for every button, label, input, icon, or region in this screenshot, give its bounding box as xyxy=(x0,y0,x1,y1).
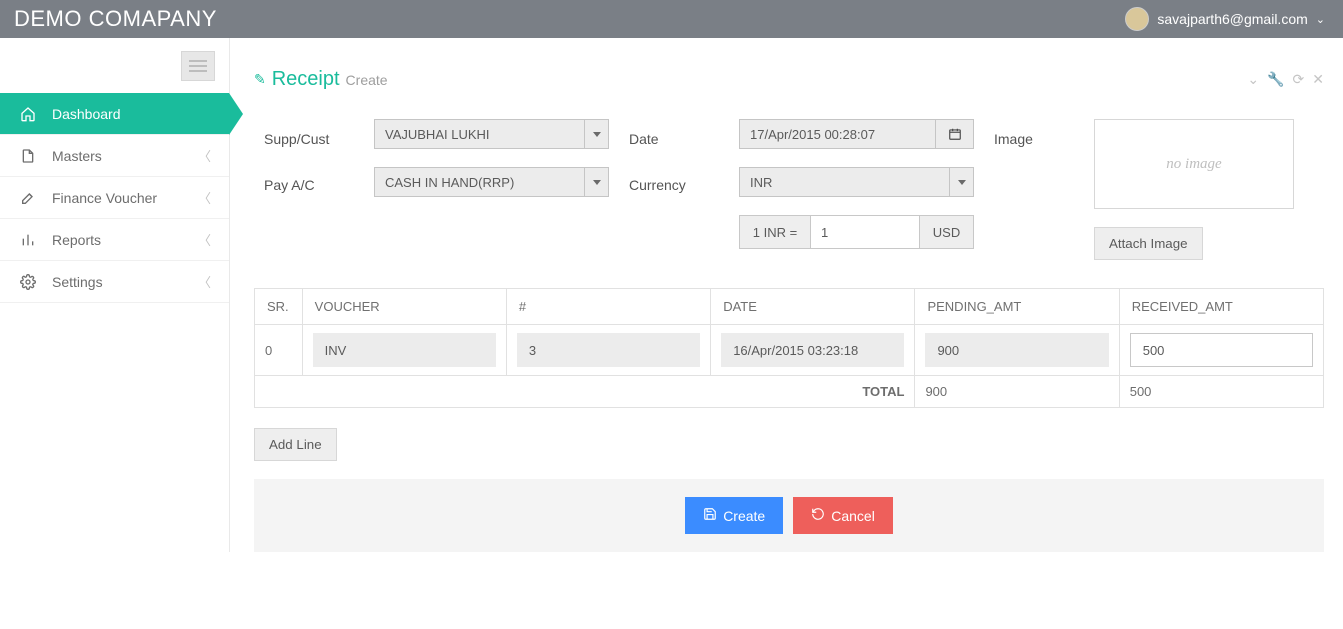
chevron-right-icon: 〈 xyxy=(198,188,211,207)
create-button-label: Create xyxy=(723,508,765,524)
no-image-placeholder: no image xyxy=(1094,119,1294,209)
chevron-down-icon xyxy=(584,120,608,148)
form: Supp/Cust Pay A/C VAJUBHAI LUKHI CASH IN… xyxy=(254,119,1324,260)
company-title: DEMO COMAPANY xyxy=(14,6,217,32)
panel-tools: ⌄ 🔧 ⟳ ✕ xyxy=(1247,71,1324,88)
sidebar-item-label: Settings xyxy=(52,274,103,290)
chevron-down-icon: ⌄ xyxy=(1316,13,1325,26)
currency-select[interactable]: INR xyxy=(739,167,974,197)
close-icon[interactable]: ✕ xyxy=(1312,71,1324,88)
chevron-right-icon: 〈 xyxy=(198,146,211,165)
chevron-right-icon: 〈 xyxy=(198,272,211,291)
attach-image-button[interactable]: Attach Image xyxy=(1094,227,1203,260)
table-total-row: TOTAL 900 500 xyxy=(255,376,1324,408)
cell-received-input[interactable] xyxy=(1130,333,1313,367)
sidebar-item-dashboard[interactable]: Dashboard xyxy=(0,93,229,135)
table-header-sr: SR. xyxy=(255,289,303,325)
table-header-hash: # xyxy=(506,289,710,325)
refresh-icon[interactable]: ⟳ xyxy=(1293,71,1305,88)
panel-header: ✎ Receipt Create ⌄ 🔧 ⟳ ✕ xyxy=(254,68,1324,91)
table-header-pending: PENDING_AMT xyxy=(915,289,1119,325)
cell-date: 16/Apr/2015 03:23:18 xyxy=(721,333,904,367)
chevron-down-icon xyxy=(949,168,973,196)
voucher-table: SR. VOUCHER # DATE PENDING_AMT RECEIVED_… xyxy=(254,288,1324,408)
supp-cust-select[interactable]: VAJUBHAI LUKHI xyxy=(374,119,609,149)
chevron-right-icon: 〈 xyxy=(198,230,211,249)
sidebar-item-settings[interactable]: Settings 〈 xyxy=(0,261,229,303)
rate-suffix: USD xyxy=(919,215,974,249)
sidebar-header xyxy=(0,38,229,93)
cancel-button-label: Cancel xyxy=(831,508,875,524)
rate-input[interactable] xyxy=(811,215,919,249)
save-icon xyxy=(703,507,717,524)
pencil-icon: ✎ xyxy=(254,71,266,88)
date-label: Date xyxy=(629,125,659,147)
date-input-group: 17/Apr/2015 00:28:07 xyxy=(739,119,974,149)
supp-cust-value: VAJUBHAI LUKHI xyxy=(385,127,490,142)
actions-bar: Create Cancel xyxy=(254,479,1324,552)
total-received: 500 xyxy=(1119,376,1323,408)
cell-pending: 900 xyxy=(925,333,1108,367)
cell-hash: 3 xyxy=(517,333,700,367)
gear-icon xyxy=(18,274,38,290)
calendar-icon[interactable] xyxy=(936,119,974,149)
sidebar-item-label: Reports xyxy=(52,232,101,248)
table-header-voucher: VOUCHER xyxy=(302,289,506,325)
rate-group: 1 INR = USD xyxy=(739,215,974,249)
top-bar: DEMO COMAPANY savajparth6@gmail.com ⌄ xyxy=(0,0,1343,38)
chevron-down-icon xyxy=(584,168,608,196)
sidebar-item-label: Finance Voucher xyxy=(52,190,157,206)
table-row: 0 INV 3 16/Apr/2015 03:23:18 900 xyxy=(255,325,1324,376)
main: ✎ Receipt Create ⌄ 🔧 ⟳ ✕ Supp/Cust Pay A… xyxy=(230,38,1343,552)
edit-icon xyxy=(18,190,38,206)
sidebar-item-reports[interactable]: Reports 〈 xyxy=(0,219,229,261)
sidebar-item-label: Dashboard xyxy=(52,106,121,122)
sidebar-item-label: Masters xyxy=(52,148,102,164)
supp-cust-label: Supp/Cust xyxy=(264,125,329,147)
user-menu[interactable]: savajparth6@gmail.com ⌄ xyxy=(1125,7,1325,31)
document-icon xyxy=(18,148,38,164)
total-pending: 900 xyxy=(915,376,1119,408)
page-subtitle: Create xyxy=(346,72,388,88)
home-icon xyxy=(18,106,38,122)
date-value[interactable]: 17/Apr/2015 00:28:07 xyxy=(739,119,936,149)
bar-chart-icon xyxy=(18,232,38,248)
user-email: savajparth6@gmail.com xyxy=(1157,11,1307,27)
table-header-received: RECEIVED_AMT xyxy=(1119,289,1323,325)
wrench-icon[interactable]: 🔧 xyxy=(1267,71,1284,88)
total-label: TOTAL xyxy=(255,376,915,408)
panel: ✎ Receipt Create ⌄ 🔧 ⟳ ✕ Supp/Cust Pay A… xyxy=(254,68,1324,552)
sidebar-item-masters[interactable]: Masters 〈 xyxy=(0,135,229,177)
pay-ac-select[interactable]: CASH IN HAND(RRP) xyxy=(374,167,609,197)
hamburger-button[interactable] xyxy=(181,51,215,81)
add-line-button[interactable]: Add Line xyxy=(254,428,337,461)
currency-value: INR xyxy=(750,175,772,190)
cell-sr: 0 xyxy=(255,325,303,376)
image-label: Image xyxy=(994,125,1033,147)
undo-icon xyxy=(811,507,825,524)
sidebar: Dashboard Masters 〈 Finance Voucher 〈 Re… xyxy=(0,38,230,552)
collapse-icon[interactable]: ⌄ xyxy=(1247,71,1259,88)
table-header-date: DATE xyxy=(711,289,915,325)
avatar xyxy=(1125,7,1149,31)
currency-label: Currency xyxy=(629,171,686,193)
rate-prefix: 1 INR = xyxy=(739,215,811,249)
pay-ac-label: Pay A/C xyxy=(264,171,315,193)
cancel-button[interactable]: Cancel xyxy=(793,497,893,534)
sidebar-item-finance-voucher[interactable]: Finance Voucher 〈 xyxy=(0,177,229,219)
pay-ac-value: CASH IN HAND(RRP) xyxy=(385,175,514,190)
cell-voucher: INV xyxy=(313,333,496,367)
create-button[interactable]: Create xyxy=(685,497,783,534)
page-title: Receipt xyxy=(272,68,340,91)
